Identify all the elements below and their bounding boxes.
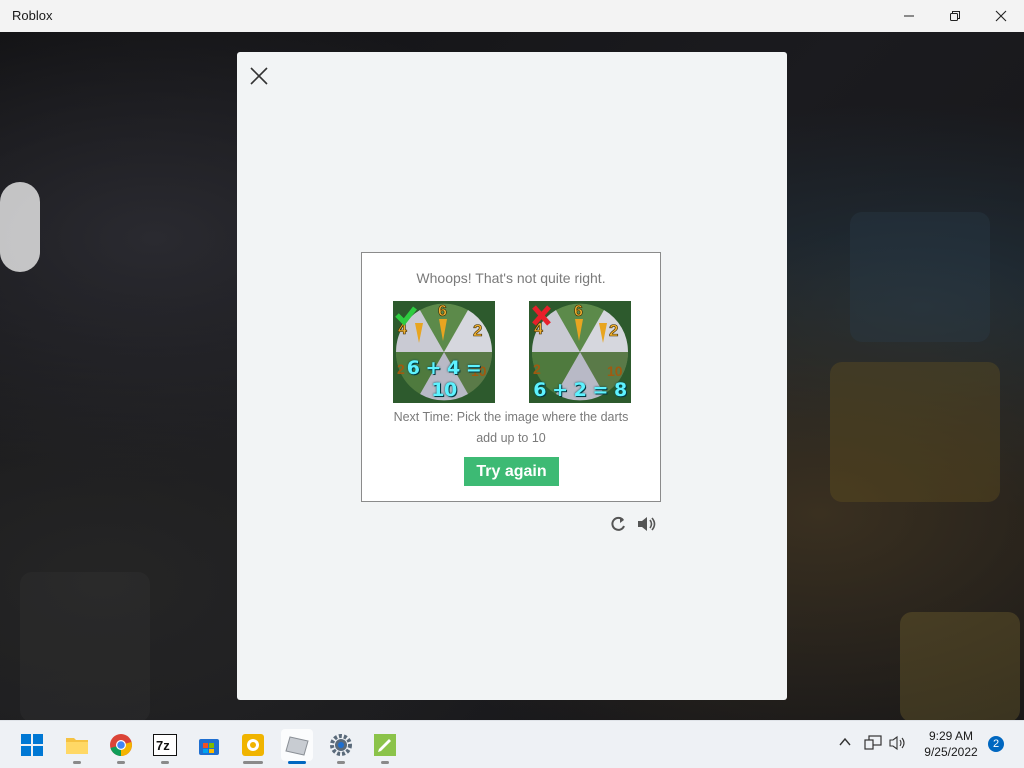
running-indicator	[381, 761, 389, 764]
windows-start-icon	[21, 734, 43, 756]
running-indicator	[337, 761, 345, 764]
7zip-icon: 7z	[153, 734, 177, 756]
refresh-icon	[611, 516, 625, 531]
refresh-button[interactable]	[608, 514, 628, 534]
file-explorer-icon	[66, 738, 88, 754]
captcha-challenge: Whoops! That's not quite right. 4 6 2 2 …	[361, 252, 661, 502]
svg-text:2: 2	[533, 361, 541, 377]
taskbar-file-explorer[interactable]	[61, 729, 93, 764]
title-bar: Roblox	[0, 0, 1024, 32]
taskbar-store[interactable]	[193, 729, 225, 761]
background-decoration	[830, 362, 1000, 502]
show-hidden-icons-button[interactable]	[838, 735, 852, 754]
running-indicator	[117, 761, 125, 764]
error-message: Whoops! That's not quite right.	[416, 270, 606, 286]
close-window-button[interactable]	[978, 0, 1024, 32]
minimize-button[interactable]	[886, 0, 932, 32]
active-indicator	[288, 761, 306, 764]
clock[interactable]: 9:29 AM 9/25/2022	[912, 728, 990, 760]
restore-button[interactable]	[932, 0, 978, 32]
svg-text:7z: 7z	[156, 738, 170, 753]
equation-label: 6 + 2 = 8	[533, 379, 627, 401]
settings-icon	[330, 734, 352, 756]
taskbar-chrome[interactable]	[105, 729, 137, 764]
audio-button[interactable]	[636, 514, 656, 534]
close-icon	[995, 10, 1007, 22]
taskbar-settings[interactable]	[325, 729, 357, 764]
answer-image-2[interactable]: 4 6 2 2 10 6 + 2 = 8	[529, 301, 631, 403]
svg-text:2: 2	[609, 321, 618, 340]
verification-modal: Whoops! That's not quite right. 4 6 2 2 …	[237, 52, 787, 700]
try-again-button[interactable]: Try again	[464, 457, 559, 486]
background-decoration	[850, 212, 990, 342]
running-indicator	[73, 761, 81, 764]
svg-text:6: 6	[574, 303, 583, 320]
taskbar-7zip[interactable]: 7z	[149, 729, 181, 764]
plex-icon	[242, 734, 264, 756]
notification-badge[interactable]: 2	[988, 736, 1004, 752]
answer-image-1[interactable]: 4 6 2 2 10 6 + 4 = 10	[393, 301, 495, 403]
network-button[interactable]	[864, 735, 882, 756]
roblox-icon	[285, 736, 309, 756]
clock-time: 9:29 AM	[928, 729, 974, 743]
window-title: Roblox	[12, 8, 53, 23]
svg-text:2: 2	[473, 321, 482, 340]
minimize-icon	[904, 15, 914, 17]
taskbar-notepad[interactable]	[369, 729, 401, 764]
audio-icon	[638, 517, 656, 531]
running-indicator	[243, 761, 263, 764]
microsoft-store-icon	[199, 739, 219, 755]
restore-icon	[950, 11, 960, 21]
hint-text: Next Time: Pick the image where the dart…	[393, 410, 629, 445]
volume-icon	[889, 735, 905, 751]
background-decoration	[20, 572, 150, 722]
running-indicator	[161, 761, 169, 764]
background-decoration	[0, 182, 40, 272]
equation-label: 6 + 4 = 10	[406, 357, 482, 401]
chevron-up-icon	[839, 737, 851, 746]
svg-text:6: 6	[438, 303, 447, 320]
taskbar-roblox[interactable]	[281, 729, 313, 764]
network-icon	[864, 735, 882, 750]
chrome-icon	[110, 734, 132, 756]
notepad-icon	[374, 734, 396, 756]
clock-date: 9/25/2022	[924, 745, 978, 759]
svg-text:10: 10	[607, 363, 623, 379]
taskbar-plex[interactable]	[237, 729, 269, 764]
volume-button[interactable]	[889, 735, 907, 756]
start-button[interactable]	[16, 729, 48, 761]
background-decoration	[900, 612, 1020, 722]
taskbar: 7z 9:29 AM 9/25/2022	[0, 720, 1024, 768]
close-x-icon	[250, 67, 268, 85]
close-modal-button[interactable]	[249, 66, 269, 86]
